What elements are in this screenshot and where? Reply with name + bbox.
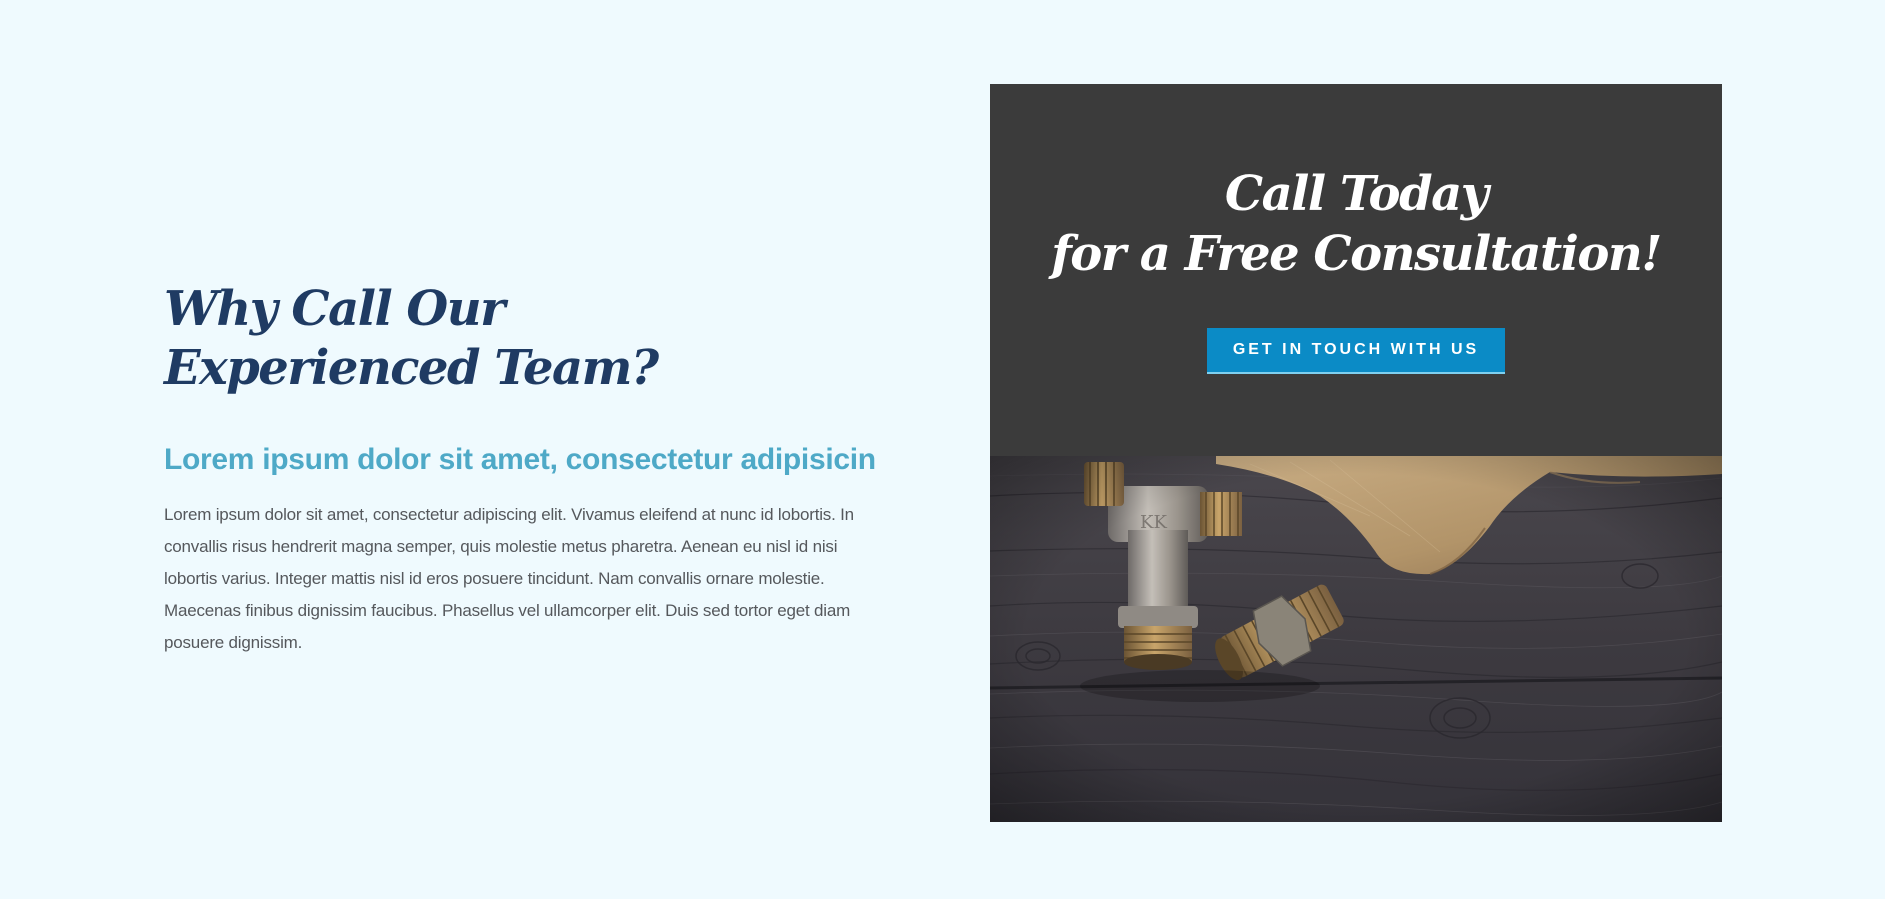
consultation-card: Call Today for a Free Consultation! GET …	[990, 84, 1722, 822]
cta-heading-line-2: for a Free Consultation!	[1051, 226, 1662, 282]
section-heading-line-1: Why Call Our	[164, 281, 505, 337]
section-heading-line-2: Experienced Team?	[164, 340, 659, 396]
plumbing-fittings-image: KK	[990, 456, 1722, 822]
section-heading: Why Call Our Experienced Team?	[164, 280, 894, 398]
intro-column: Why Call Our Experienced Team? Lorem ips…	[164, 280, 894, 652]
cta-heading-line-1: Call Today	[1224, 166, 1489, 222]
cta-panel: Call Today for a Free Consultation! GET …	[990, 84, 1722, 456]
plumbing-fittings-illustration: KK	[990, 456, 1722, 822]
section-body-text: Lorem ipsum dolor sit amet, consectetur …	[164, 505, 854, 652]
section-subheading: Lorem ipsum dolor sit amet, consectetur …	[164, 443, 876, 476]
get-in-touch-button[interactable]: GET IN TOUCH WITH US	[1207, 328, 1505, 374]
cta-heading: Call Today for a Free Consultation!	[990, 164, 1722, 284]
